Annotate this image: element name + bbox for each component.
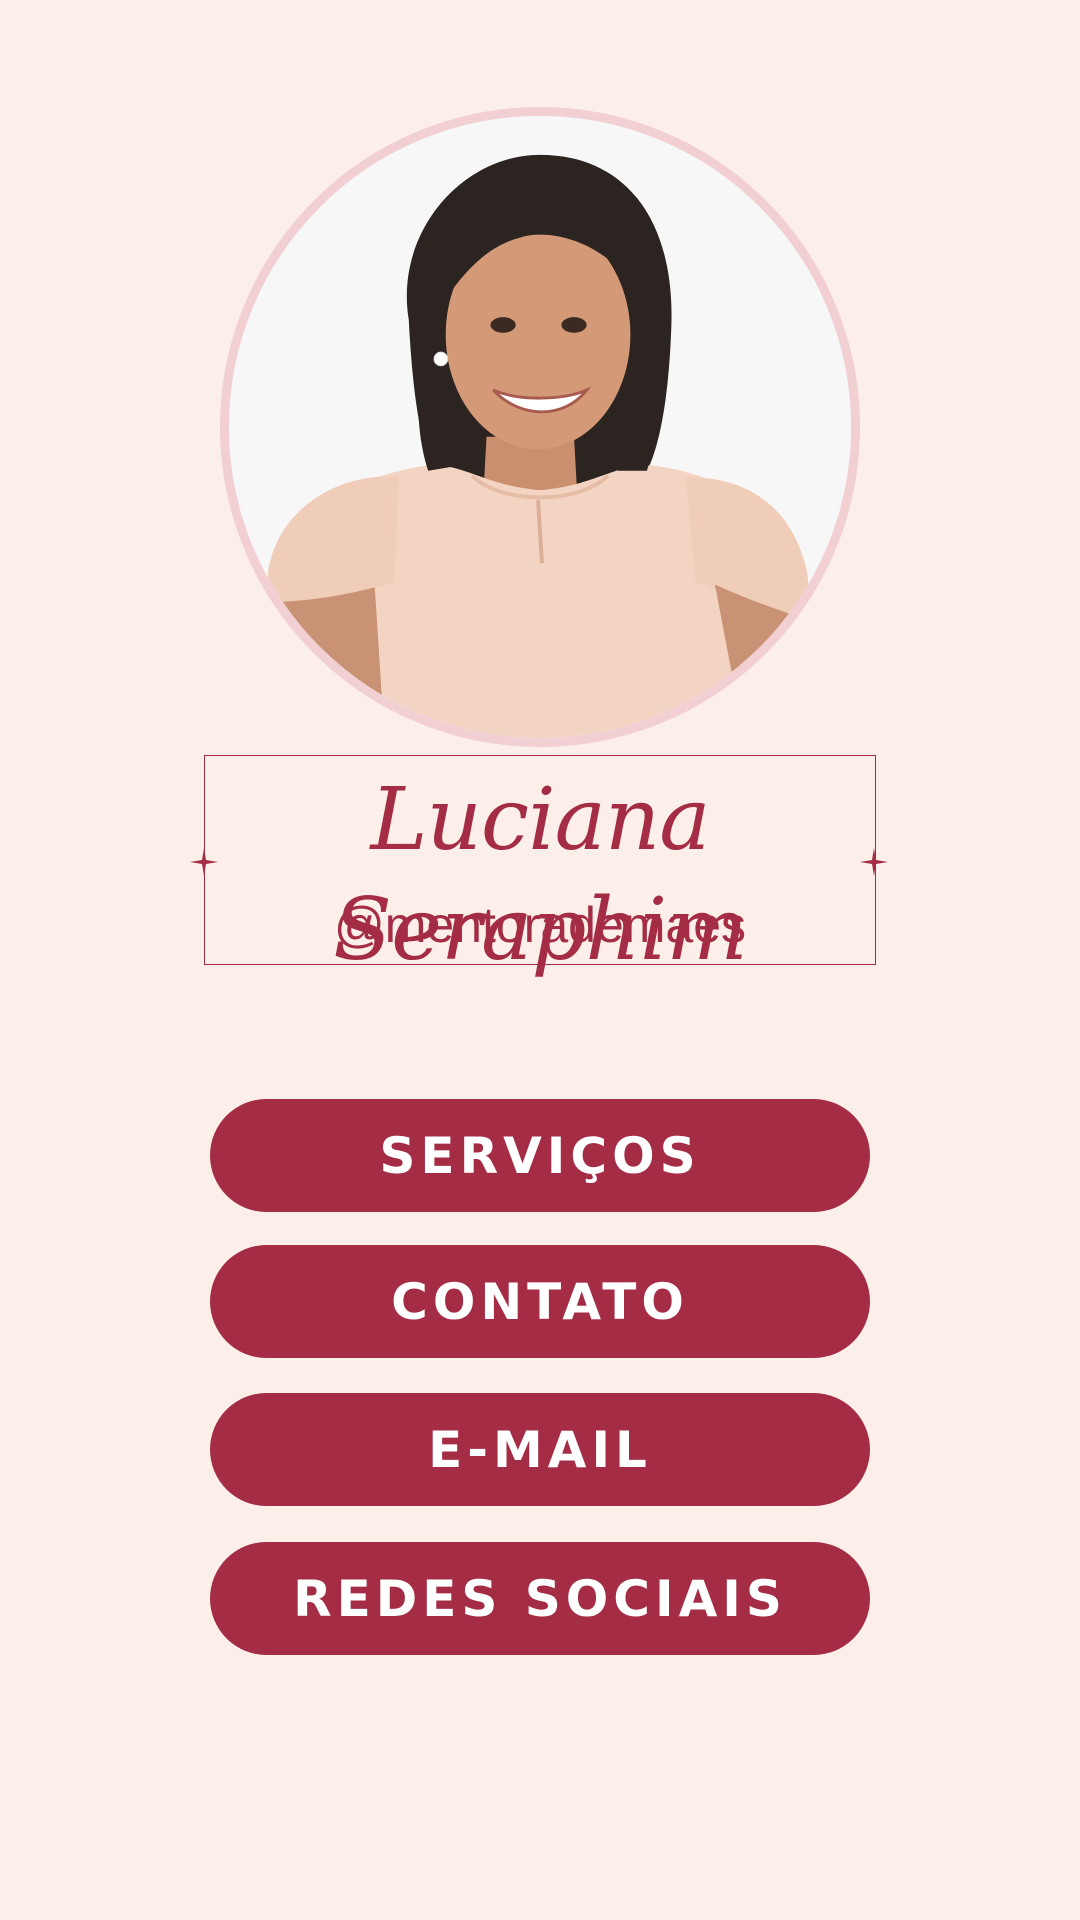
- portrait-illustration: [229, 116, 851, 738]
- profile-handle: @mentorademaes: [333, 897, 747, 953]
- services-button[interactable]: SERVIÇOS: [210, 1099, 870, 1212]
- link-in-bio-page: Luciana Seraphim @mentorademaes SERVIÇOS…: [0, 0, 1080, 1920]
- contact-button[interactable]: CONTATO: [210, 1245, 870, 1358]
- profile-avatar: [220, 107, 860, 747]
- social-networks-button[interactable]: REDES SOCIAIS: [210, 1542, 870, 1655]
- email-button[interactable]: E-MAIL: [210, 1393, 870, 1506]
